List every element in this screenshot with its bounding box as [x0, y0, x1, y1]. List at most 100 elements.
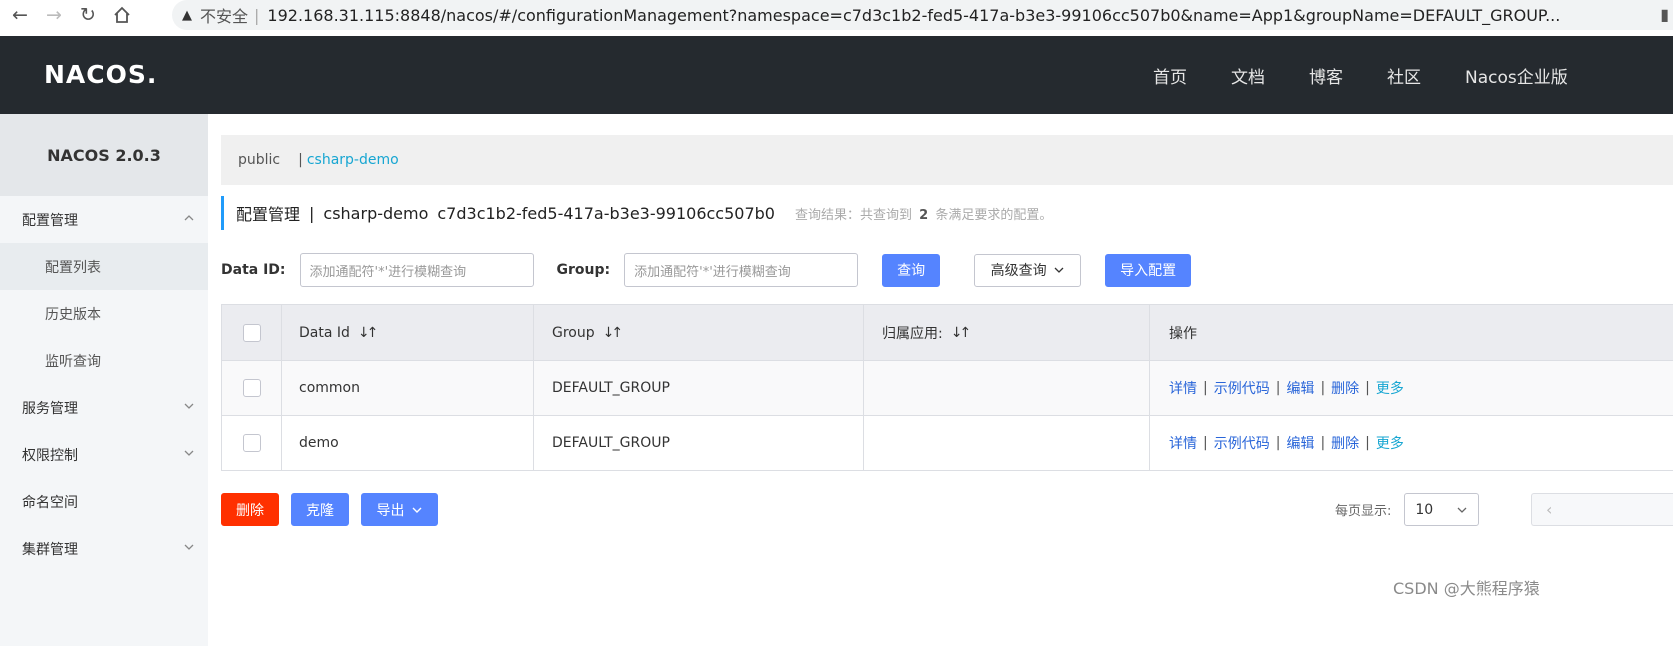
- export-label: 导出: [376, 502, 405, 519]
- table-row: common DEFAULT_GROUP 详情 | 示例代码 | 编辑 | 删除 | 更…: [222, 360, 1673, 415]
- advanced-search-button[interactable]: 高级查询: [974, 253, 1082, 287]
- page-title: 配置管理 | csharp-demo c7d3c1b2-fed5-417a-b3…: [221, 196, 1052, 230]
- page-size-label: 每页显示:: [1335, 504, 1392, 519]
- sidebar-item-label: 命名空间: [22, 494, 78, 511]
- sidebar-item-listener-query[interactable]: 监听查询: [0, 337, 208, 384]
- back-icon[interactable]: ←: [6, 1, 34, 29]
- namespace-csharp-demo[interactable]: csharp-demo: [307, 152, 399, 168]
- sidebar-item-config-management[interactable]: 配置管理: [0, 196, 208, 243]
- action-more[interactable]: 更多: [1376, 378, 1404, 398]
- row-checkbox[interactable]: [242, 379, 261, 397]
- reload-icon[interactable]: ↻: [74, 1, 102, 29]
- nacos-logo[interactable]: NACOS.: [44, 60, 157, 89]
- cell-group: DEFAULT_GROUP: [533, 361, 863, 415]
- batch-delete-button[interactable]: 删除: [221, 493, 279, 526]
- browser-menu-icon[interactable]: ▮: [1660, 5, 1669, 24]
- action-separator: |: [1320, 435, 1326, 451]
- row-actions: 详情 | 示例代码 | 编辑 | 删除 | 更多: [1149, 361, 1673, 415]
- cell-app: [863, 416, 1149, 470]
- action-delete[interactable]: 删除: [1331, 378, 1359, 398]
- sidebar-item-namespace[interactable]: 命名空间: [0, 478, 208, 525]
- nav-link-home[interactable]: 首页: [1153, 63, 1187, 88]
- sidebar-item-cluster-management[interactable]: 集群管理: [0, 525, 208, 572]
- data-id-input[interactable]: 添加通配符'*'进行模糊查询: [299, 253, 534, 287]
- nav-link-blog[interactable]: 博客: [1309, 63, 1343, 88]
- action-separator: |: [1365, 435, 1370, 451]
- column-header-label: 归属应用:: [882, 325, 943, 342]
- chevron-up-icon: [184, 215, 194, 221]
- column-header-label: Data Id: [299, 324, 350, 341]
- address-bar[interactable]: ▲ 不安全 | 192.168.31.115:8848/nacos/#/conf…: [172, 0, 1673, 30]
- cell-data-id: demo: [281, 416, 533, 470]
- chevron-down-icon: [412, 507, 421, 513]
- group-input[interactable]: 添加通配符'*'进行模糊查询: [624, 253, 859, 287]
- chevron-down-icon: [184, 403, 194, 409]
- import-config-button[interactable]: 导入配置: [1105, 253, 1192, 287]
- top-navigation: NACOS. 首页 文档 博客 社区 Nacos企业版: [0, 36, 1673, 114]
- pagination-prev-button[interactable]: ‹: [1531, 493, 1673, 526]
- batch-actions: 删除 克隆 导出: [221, 493, 438, 526]
- result-prefix: 查询结果：共查询到: [794, 207, 912, 223]
- sidebar-item-config-list[interactable]: 配置列表: [0, 243, 208, 290]
- action-detail[interactable]: 详情: [1169, 378, 1197, 398]
- action-sample-code[interactable]: 示例代码: [1214, 378, 1270, 398]
- action-edit[interactable]: 编辑: [1286, 378, 1314, 398]
- data-id-label: Data ID:: [221, 262, 286, 278]
- table-row: demo DEFAULT_GROUP 详情 | 示例代码 | 编辑 | 删除 | 更多: [222, 415, 1673, 470]
- action-edit[interactable]: 编辑: [1286, 433, 1314, 453]
- column-header-data-id[interactable]: Data Id ↓↑: [281, 305, 533, 360]
- action-separator: |: [1203, 435, 1208, 451]
- namespace-separator: |: [298, 152, 303, 168]
- chevron-down-icon: [1457, 507, 1467, 513]
- sidebar-item-label: 监听查询: [45, 353, 101, 370]
- clone-button[interactable]: 克隆: [291, 493, 349, 526]
- namespace-id: c7d3c1b2-fed5-417a-b3e3-99106cc507b0: [437, 203, 775, 223]
- action-delete[interactable]: 删除: [1331, 433, 1359, 453]
- cell-data-id: common: [281, 361, 533, 415]
- row-checkbox-cell: [222, 361, 281, 415]
- sidebar-item-access-control[interactable]: 权限控制: [0, 431, 208, 478]
- sidebar-item-label: 权限控制: [22, 447, 78, 464]
- row-checkbox[interactable]: [242, 434, 261, 452]
- sort-icon[interactable]: ↓↑: [358, 325, 379, 341]
- nav-link-community[interactable]: 社区: [1387, 63, 1421, 88]
- search-button[interactable]: 查询: [882, 253, 941, 287]
- sidebar-item-history[interactable]: 历史版本: [0, 290, 208, 337]
- sidebar-item-service-management[interactable]: 服务管理: [0, 384, 208, 431]
- namespace-public[interactable]: public: [238, 152, 280, 168]
- chevron-down-icon: [1054, 267, 1064, 273]
- action-detail[interactable]: 详情: [1169, 433, 1197, 453]
- config-table: Data Id ↓↑ Group ↓↑ 归属应用: ↓↑ 操作 common D…: [221, 304, 1673, 471]
- header-checkbox-cell: [222, 305, 281, 360]
- sort-icon[interactable]: ↓↑: [603, 325, 624, 341]
- warning-icon: ▲: [182, 7, 192, 23]
- nav-link-docs[interactable]: 文档: [1231, 63, 1265, 88]
- export-button[interactable]: 导出: [361, 493, 438, 526]
- home-icon[interactable]: [108, 1, 136, 29]
- action-separator: |: [1320, 380, 1326, 396]
- page-title-text: 配置管理: [236, 205, 301, 224]
- action-separator: |: [1275, 435, 1281, 451]
- title-separator: |: [309, 203, 315, 223]
- table-header: Data Id ↓↑ Group ↓↑ 归属应用: ↓↑ 操作: [222, 305, 1673, 360]
- row-actions: 详情 | 示例代码 | 编辑 | 删除 | 更多: [1149, 416, 1673, 470]
- filter-bar: Data ID: 添加通配符'*'进行模糊查询 Group: 添加通配符'*'进…: [221, 253, 1192, 287]
- sidebar-item-label: 服务管理: [22, 400, 78, 417]
- action-sample-code[interactable]: 示例代码: [1214, 433, 1270, 453]
- column-header-app[interactable]: 归属应用: ↓↑: [863, 305, 1149, 360]
- action-separator: |: [1365, 380, 1370, 396]
- column-header-label: Group: [552, 324, 595, 341]
- action-more[interactable]: 更多: [1376, 433, 1404, 453]
- sidebar: NACOS 2.0.3 配置管理 配置列表 历史版本 监听查询 服务管理 权限控…: [0, 114, 208, 646]
- result-suffix: 条满足要求的配置。: [935, 207, 1053, 223]
- column-header-group[interactable]: Group ↓↑: [533, 305, 863, 360]
- sort-icon[interactable]: ↓↑: [951, 325, 972, 341]
- chevron-down-icon: [184, 544, 194, 550]
- nav-link-enterprise[interactable]: Nacos企业版: [1465, 63, 1568, 88]
- forward-icon[interactable]: →: [40, 1, 68, 29]
- page-size-select[interactable]: 10: [1404, 493, 1480, 526]
- sidebar-item-label: 配置管理: [22, 212, 78, 229]
- sidebar-item-label: 配置列表: [45, 259, 101, 276]
- cell-app: [863, 361, 1149, 415]
- select-all-checkbox[interactable]: [242, 323, 261, 342]
